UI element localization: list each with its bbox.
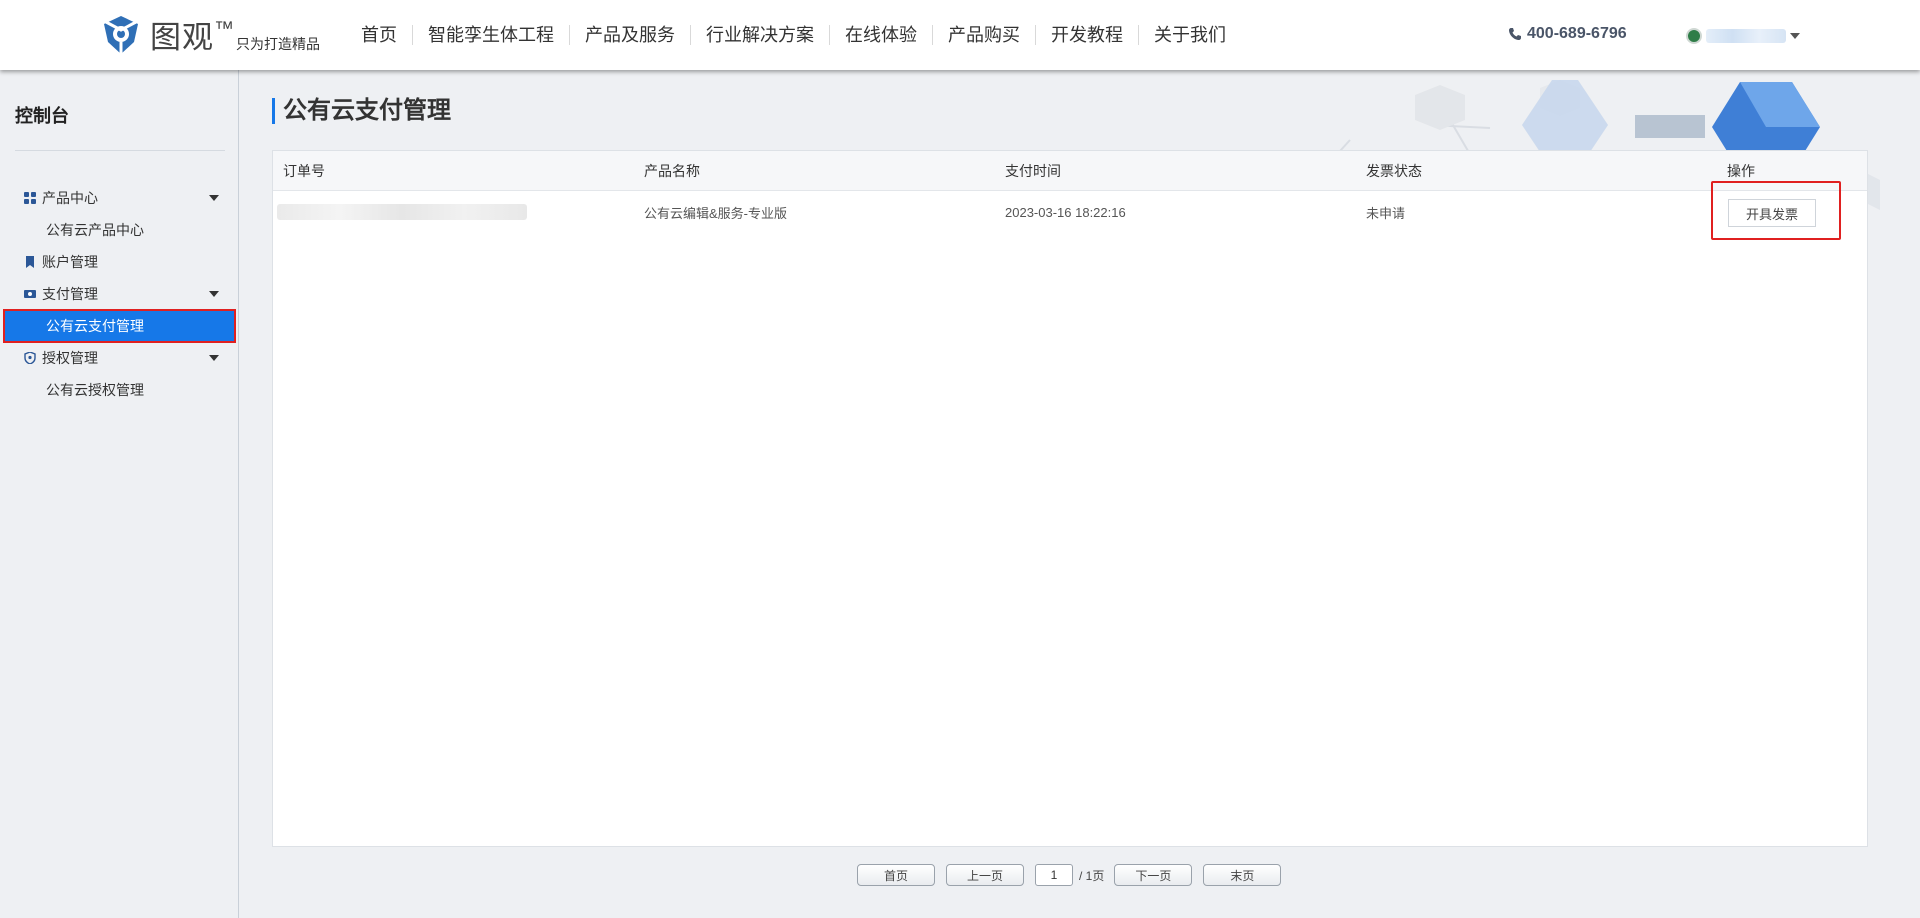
first-page-button[interactable]: 首页 xyxy=(857,864,935,886)
sidebar-menu: 产品中心 公有云产品中心 账户管理 支付管理 公有云支付管理 授权管理 公有云授… xyxy=(0,182,239,406)
chevron-down-icon xyxy=(209,195,219,201)
issue-invoice-button[interactable]: 开具发票 xyxy=(1728,199,1816,227)
main-nav: 首页 智能孪生体工程 产品及服务 行业解决方案 在线体验 产品购买 开发教程 关… xyxy=(346,0,1241,70)
main-content: 公有云支付管理 订单号 产品名称 支付时间 发票状态 操作 公有云编辑&服务-专… xyxy=(240,70,1920,918)
sidebar-item-authorization[interactable]: 授权管理 xyxy=(0,342,239,374)
column-header-action: 操作 xyxy=(1727,162,1755,179)
sidebar-item-label: 支付管理 xyxy=(42,286,98,302)
column-header-product-name: 产品名称 xyxy=(644,162,700,179)
order-id-cell xyxy=(273,204,634,220)
invoice-status-cell: 未申请 xyxy=(1366,205,1406,221)
brand-logo[interactable]: 图观 ™ 只为打造精品 xyxy=(98,12,320,58)
page-total: / 1页 xyxy=(1079,868,1105,883)
column-header-order-id: 订单号 xyxy=(283,162,325,179)
page-title: 公有云支付管理 xyxy=(272,98,451,124)
invoice-button-highlight: 开具发票 xyxy=(1711,181,1841,240)
column-header-invoice-status: 发票状态 xyxy=(1366,162,1422,179)
user-name-redacted xyxy=(1706,29,1786,43)
prev-page-button[interactable]: 上一页 xyxy=(946,864,1024,886)
phone-number: 400-689-6796 xyxy=(1527,25,1627,42)
sidebar-item-label: 产品中心 xyxy=(42,190,98,206)
sidebar-title: 控制台 xyxy=(15,106,69,126)
sidebar-item-product-center[interactable]: 产品中心 xyxy=(0,182,239,214)
sidebar-item-payment[interactable]: 支付管理 xyxy=(0,278,239,310)
sidebar-item-public-cloud-payment[interactable]: 公有云支付管理 xyxy=(3,309,236,343)
sidebar-item-label: 公有云产品中心 xyxy=(46,222,144,238)
logo-icon xyxy=(104,16,138,54)
last-page-button[interactable]: 末页 xyxy=(1203,864,1282,886)
top-header: 图观 ™ 只为打造精品 首页 智能孪生体工程 产品及服务 行业解决方案 在线体验… xyxy=(0,0,1920,70)
nav-online-demo[interactable]: 在线体验 xyxy=(829,25,932,45)
chevron-down-icon xyxy=(209,355,219,361)
page-number-input[interactable] xyxy=(1035,864,1073,886)
nav-products-services[interactable]: 产品及服务 xyxy=(569,25,690,45)
grid-icon xyxy=(24,192,36,204)
logo-name: 图观 xyxy=(150,20,214,55)
sidebar-item-label: 账户管理 xyxy=(42,254,98,270)
nav-about[interactable]: 关于我们 xyxy=(1138,25,1241,45)
product-name-cell: 公有云编辑&服务-专业版 xyxy=(644,205,788,221)
column-header-pay-time: 支付时间 xyxy=(1005,162,1061,179)
order-id-redacted xyxy=(277,204,527,220)
bookmark-icon xyxy=(26,256,34,268)
nav-tutorials[interactable]: 开发教程 xyxy=(1035,25,1138,45)
user-avatar xyxy=(1686,28,1702,44)
ticket-icon xyxy=(24,290,36,298)
pagination: 首页 上一页 / 1页 下一页 末页 xyxy=(857,864,1282,886)
sidebar-item-public-cloud-authorization[interactable]: 公有云授权管理 xyxy=(0,374,239,406)
chevron-down-icon xyxy=(1790,33,1800,39)
table-header: 订单号 产品名称 支付时间 发票状态 操作 xyxy=(273,151,1867,191)
pay-time-cell: 2023-03-16 18:22:16 xyxy=(1005,204,1126,220)
logo-slogan: 只为打造精品 xyxy=(236,36,320,52)
sidebar-item-public-cloud-products[interactable]: 公有云产品中心 xyxy=(0,214,239,246)
payment-table: 订单号 产品名称 支付时间 发票状态 操作 公有云编辑&服务-专业版 2023-… xyxy=(272,150,1868,847)
nav-home[interactable]: 首页 xyxy=(346,25,412,45)
user-menu[interactable] xyxy=(1686,28,1800,44)
sidebar-item-label: 授权管理 xyxy=(42,350,98,366)
nav-digital-twin[interactable]: 智能孪生体工程 xyxy=(412,25,569,45)
next-page-button[interactable]: 下一页 xyxy=(1114,864,1193,886)
sidebar-divider xyxy=(15,150,225,151)
nav-purchase[interactable]: 产品购买 xyxy=(932,25,1035,45)
sidebar-item-label: 公有云授权管理 xyxy=(46,382,144,398)
chevron-down-icon xyxy=(209,291,219,297)
contact-phone: 400-689-6796 xyxy=(1508,25,1627,43)
sidebar-item-label: 公有云支付管理 xyxy=(46,318,144,334)
nav-solutions[interactable]: 行业解决方案 xyxy=(690,25,829,45)
sidebar-item-account[interactable]: 账户管理 xyxy=(0,246,239,278)
phone-icon xyxy=(1509,28,1521,40)
table-row: 公有云编辑&服务-专业版 2023-03-16 18:22:16 未申请 xyxy=(273,191,1867,233)
sidebar: 控制台 产品中心 公有云产品中心 账户管理 支付管理 公有云支付管理 授权管理 … xyxy=(0,70,239,918)
logo-trademark: ™ xyxy=(214,18,234,40)
shield-icon xyxy=(24,352,36,364)
